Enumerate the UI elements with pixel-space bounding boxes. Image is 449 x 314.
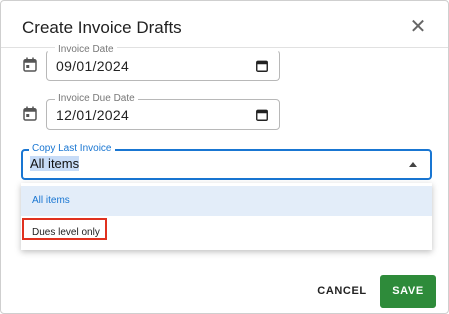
chevron-up-icon[interactable] — [409, 162, 417, 167]
invoice-date-label: Invoice Date — [55, 44, 117, 56]
invoice-due-date-field[interactable]: Invoice Due Date 12/01/2024 — [46, 93, 280, 130]
cancel-button[interactable]: CANCEL — [312, 280, 372, 302]
highlight-box — [22, 218, 107, 240]
calendar-icon — [23, 106, 37, 121]
menu-option-all-items[interactable]: All items — [21, 186, 432, 216]
copy-last-invoice-label: Copy Last Invoice — [29, 143, 115, 155]
save-button[interactable]: SAVE — [380, 275, 436, 308]
copy-last-invoice-select[interactable]: Copy Last Invoice All items — [21, 143, 432, 180]
create-invoice-drafts-dialog: Create Invoice Drafts ✕ Invoice Date 09/… — [0, 0, 449, 314]
date-picker-icon[interactable] — [255, 59, 269, 73]
selected-value-text: All items — [30, 156, 80, 171]
invoice-date-field[interactable]: Invoice Date 09/01/2024 — [46, 44, 280, 81]
calendar-icon — [23, 57, 37, 72]
copy-last-invoice-value[interactable]: All items — [30, 156, 80, 171]
dialog-title: Create Invoice Drafts — [22, 18, 182, 37]
close-icon[interactable]: ✕ — [406, 15, 430, 39]
invoice-due-date-label: Invoice Due Date — [55, 93, 138, 105]
date-picker-icon[interactable] — [255, 108, 269, 122]
invoice-due-date-value[interactable]: 12/01/2024 — [56, 107, 129, 123]
invoice-date-value[interactable]: 09/01/2024 — [56, 58, 129, 74]
